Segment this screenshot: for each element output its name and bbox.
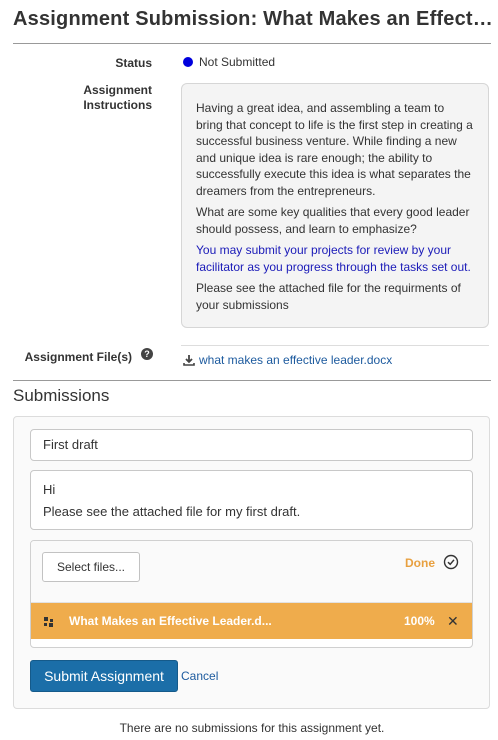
submission-body-line: Hi — [43, 482, 56, 497]
empty-submissions-message: There are no submissions for this assign… — [119, 721, 385, 735]
uploaded-file-name: What Makes an Effective Leader.d... — [69, 614, 272, 628]
status-text: Not Submitted — [199, 55, 276, 69]
status-value: Not Submitted — [183, 55, 275, 69]
upload-toolbar: Select files... Done — [31, 541, 472, 603]
submission-body-line: Please see the attached file for my firs… — [43, 504, 301, 519]
assignment-file-name[interactable]: what makes an effective leader.docx — [199, 353, 392, 367]
upload-progress: 100% — [404, 614, 435, 628]
close-icon[interactable]: ✕ — [447, 613, 459, 630]
submissions-divider — [13, 380, 491, 381]
file-icon — [44, 617, 53, 627]
status-dot-icon — [183, 57, 193, 67]
question-circle-icon[interactable]: ? — [141, 348, 153, 360]
instructions-box: Having a great idea, and assembling a te… — [181, 83, 489, 328]
instructions-paragraph-highlight: You may submit your projects for review … — [196, 243, 471, 274]
assignment-files-label: Assignment File(s) — [24, 350, 132, 364]
cancel-link[interactable]: Cancel — [181, 669, 218, 683]
submission-body-textarea[interactable]: Hi Please see the attached file for my f… — [30, 470, 473, 530]
download-icon — [183, 355, 195, 366]
status-label: Status — [115, 56, 152, 70]
submission-title-input[interactable]: First draft — [30, 429, 473, 461]
file-divider — [181, 345, 489, 346]
upload-status-label: Done — [405, 556, 435, 570]
file-upload-widget: Select files... Done What Makes an Effec… — [30, 540, 473, 648]
title-divider — [13, 43, 491, 44]
submissions-heading: Submissions — [13, 386, 110, 405]
page-title: Assignment Submission: What Makes an Eff… — [13, 8, 493, 30]
assignment-file-link[interactable]: what makes an effective leader.docx — [183, 353, 392, 367]
instructions-label-line1: Assignment — [83, 83, 152, 97]
select-files-button[interactable]: Select files... — [42, 552, 140, 582]
submit-assignment-button[interactable]: Submit Assignment — [30, 660, 178, 692]
instructions-paragraph: Please see the attached file for the req… — [196, 281, 461, 312]
instructions-paragraph: Having a great idea, and assembling a te… — [196, 101, 473, 198]
check-circle-icon — [443, 554, 459, 570]
instructions-label-line2: Instructions — [83, 98, 152, 112]
instructions-paragraph: What are some key qualities that every g… — [196, 205, 470, 236]
uploaded-file-row: What Makes an Effective Leader.d... 100%… — [31, 603, 472, 639]
